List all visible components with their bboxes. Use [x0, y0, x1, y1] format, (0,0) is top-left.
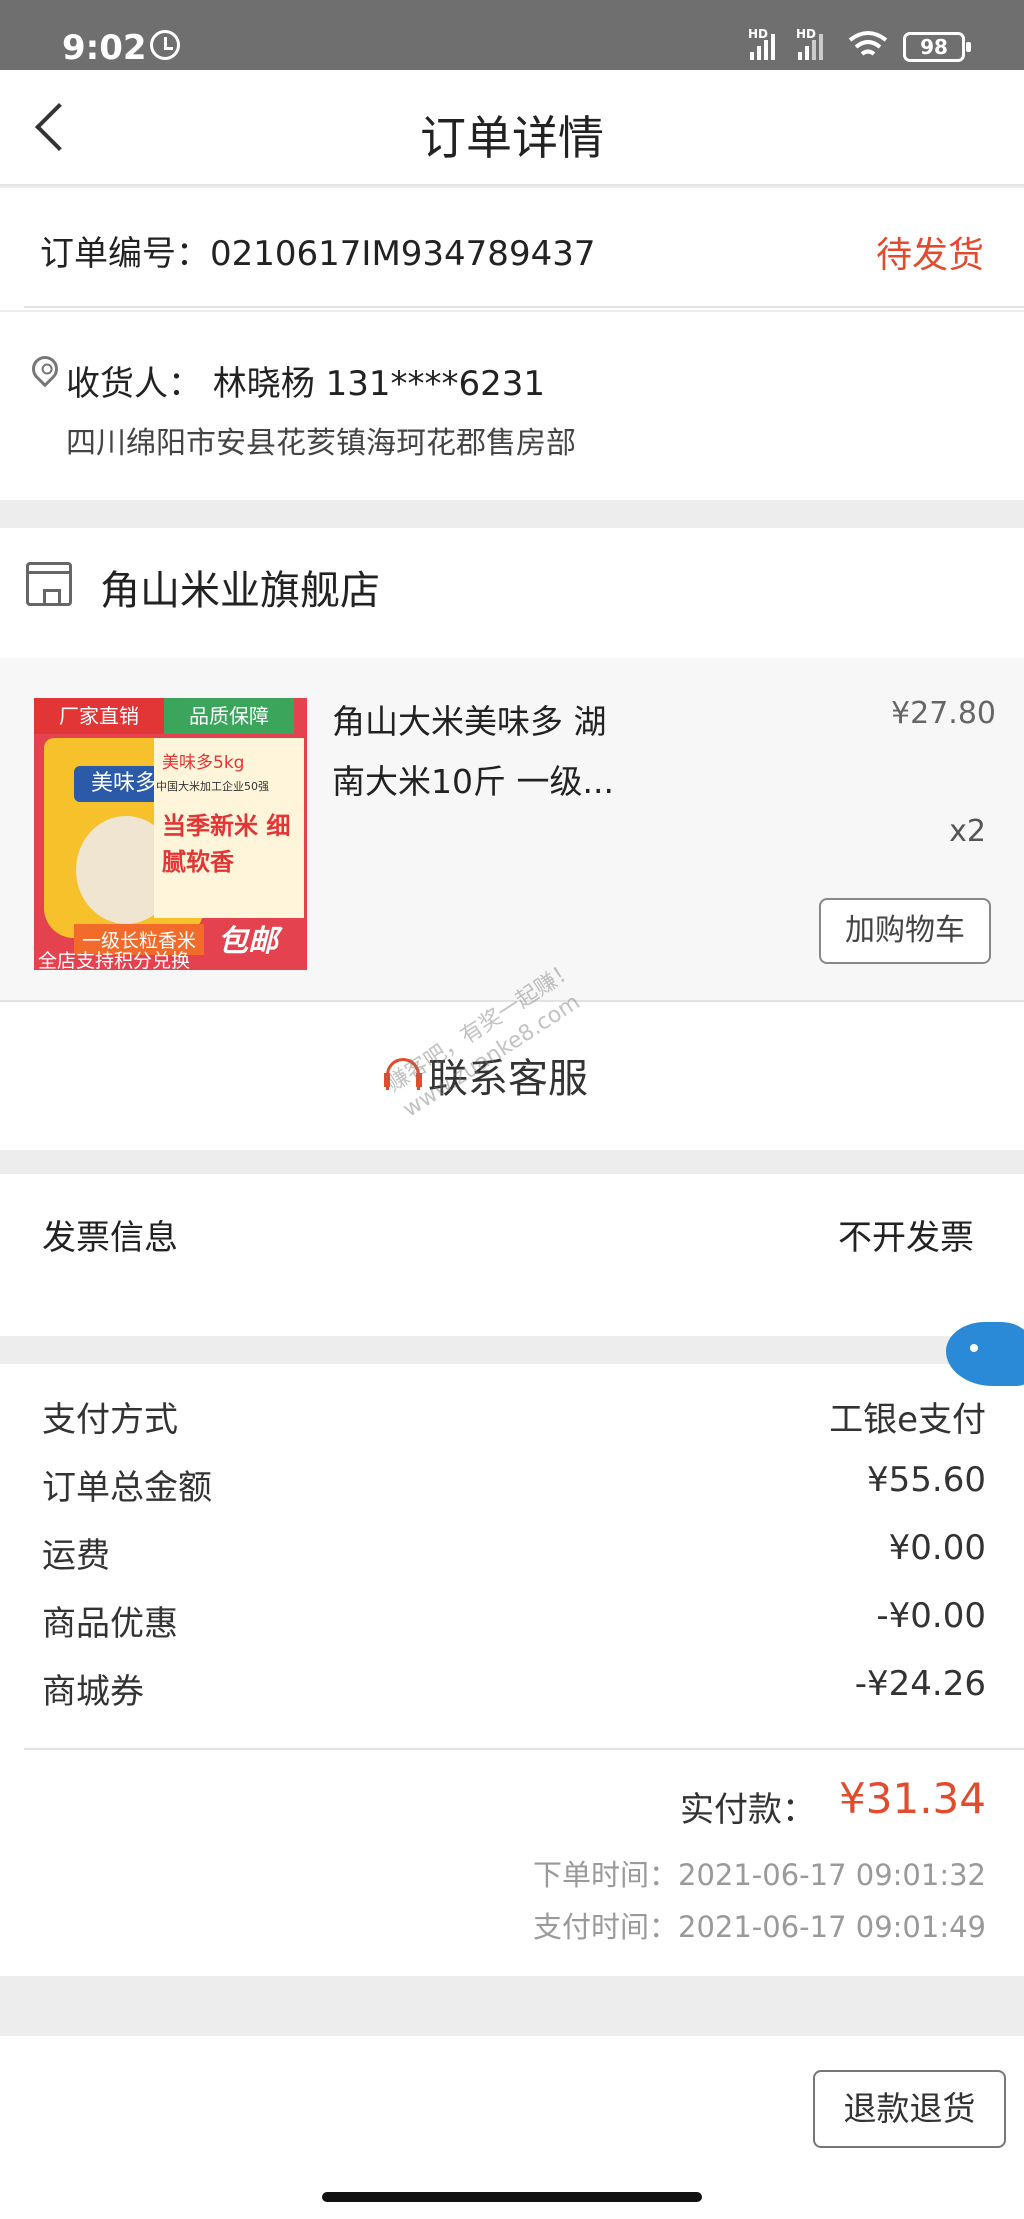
paid-amount-label: 实付款：	[680, 1790, 816, 1830]
refund-return-button[interactable]: 退款退货	[813, 2070, 1006, 2148]
divider	[24, 306, 1024, 308]
order-number-section: 订单编号：0210617IM934789437 待发货	[0, 188, 1024, 310]
payment-row-label: 订单总金额	[42, 1468, 212, 1508]
payment-row-value: ¥55.60	[867, 1460, 986, 1500]
thumb-tag-right: 品质保障	[164, 698, 294, 734]
order-number: 订单编号：0210617IM934789437	[40, 234, 596, 274]
divider	[24, 1748, 1024, 1750]
thumb-tag-left: 厂家直销	[34, 698, 164, 734]
page-title: 订单详情	[420, 111, 604, 165]
product-quantity: x2	[949, 814, 986, 849]
payment-row-label: 支付方式	[42, 1400, 178, 1440]
payment-row-label: 商城券	[42, 1672, 144, 1712]
payment-row-value: -¥0.00	[876, 1596, 986, 1636]
invoice-section: 发票信息 不开发票	[0, 1174, 1024, 1336]
home-indicator[interactable]	[322, 2192, 702, 2202]
payment-row-value: -¥24.26	[854, 1664, 986, 1704]
add-to-cart-button[interactable]: 加购物车	[819, 898, 991, 964]
thumb-info-panel: 美味多5kg 中国大米加工企业50强 当季新米 细腻软香	[154, 738, 304, 918]
product-name[interactable]: 角山大米美味多 湖南大米10斤 一级...	[332, 692, 632, 812]
address-section: 收货人： 林晓杨 131****6231 四川绵阳市安县花荄镇海珂花郡售房部	[0, 312, 1024, 500]
payment-row: 商城券 -¥24.26	[0, 1664, 1024, 1724]
invoice-value: 不开发票	[838, 1218, 974, 1258]
status-time: 9:02	[62, 28, 147, 68]
order-status: 待发货	[875, 235, 984, 276]
signal-icon-1	[750, 34, 775, 60]
product-thumbnail[interactable]: 厂家直销 品质保障 美味多 美味多5kg 中国大米加工企业50强 当季新米 细腻…	[34, 698, 307, 970]
payment-row: 订单总金额 ¥55.60	[0, 1460, 1024, 1520]
alarm-icon	[150, 30, 180, 60]
thumb-free-shipping: 包邮	[218, 924, 278, 959]
payment-row: 运费 ¥0.00	[0, 1528, 1024, 1588]
delivery-address: 四川绵阳市安县花荄镇海珂花郡售房部	[66, 426, 576, 461]
location-pin-icon	[26, 350, 64, 388]
store-icon	[26, 562, 72, 606]
shop-section[interactable]: 角山米业旗舰店	[0, 528, 1024, 658]
thumb-panel-line3: 当季新米 细腻软香	[162, 812, 291, 876]
payment-section: 支付方式 工银e支付 订单总金额 ¥55.60 运费 ¥0.00 商品优惠 -¥…	[0, 1364, 1024, 1976]
payment-row-value: 工银e支付	[829, 1400, 986, 1440]
payment-row: 支付方式 工银e支付	[0, 1392, 1024, 1452]
payment-row: 商品优惠 -¥0.00	[0, 1596, 1024, 1656]
nav-header: 订单详情	[0, 70, 1024, 186]
status-bar: 9:02 HD HD 98	[0, 0, 1024, 70]
order-time: 下单时间：2021-06-17 09:01:32	[533, 1858, 986, 1892]
battery-icon: 98	[903, 32, 971, 62]
payment-row-value: ¥0.00	[888, 1528, 986, 1568]
wifi-icon	[848, 31, 888, 56]
paid-amount-value: ¥31.34	[839, 1774, 986, 1823]
shop-name: 角山米业旗舰店	[100, 568, 380, 614]
thumb-panel-line1: 美味多5kg	[162, 753, 245, 773]
signal-icon-2	[798, 34, 823, 60]
product-price: ¥27.80	[891, 696, 996, 731]
pay-time: 支付时间：2021-06-17 09:01:49	[533, 1910, 986, 1944]
payment-row-label: 商品优惠	[42, 1604, 178, 1644]
invoice-label: 发票信息	[42, 1218, 178, 1258]
receiver-info: 收货人： 林晓杨 131****6231	[66, 364, 546, 404]
goods-item[interactable]: 厂家直销 品质保障 美味多 美味多5kg 中国大米加工企业50强 当季新米 细腻…	[0, 658, 1024, 1000]
thumb-panel-line2: 中国大米加工企业50强	[156, 780, 269, 793]
payment-row-label: 运费	[42, 1536, 110, 1576]
